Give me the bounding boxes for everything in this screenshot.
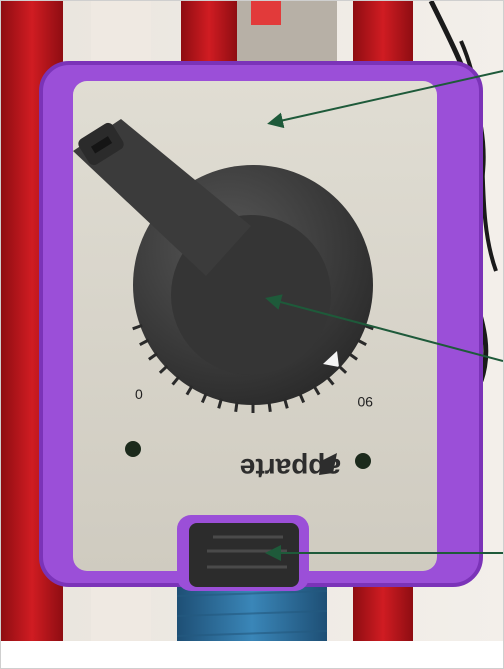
cable-connector <box>189 523 299 587</box>
scale-max-label: 90 <box>357 394 373 410</box>
scale-min-label: 0 <box>135 386 143 402</box>
device-photo: 0 90 apparte <box>1 1 503 668</box>
photo-frame: 0 90 apparte <box>0 0 504 669</box>
bottom-margin <box>1 641 503 668</box>
status-led-left <box>125 441 141 457</box>
scale-tick <box>234 401 239 412</box>
status-led-right <box>355 453 371 469</box>
valve-handle-top <box>251 1 281 25</box>
scale-tick <box>267 401 272 412</box>
